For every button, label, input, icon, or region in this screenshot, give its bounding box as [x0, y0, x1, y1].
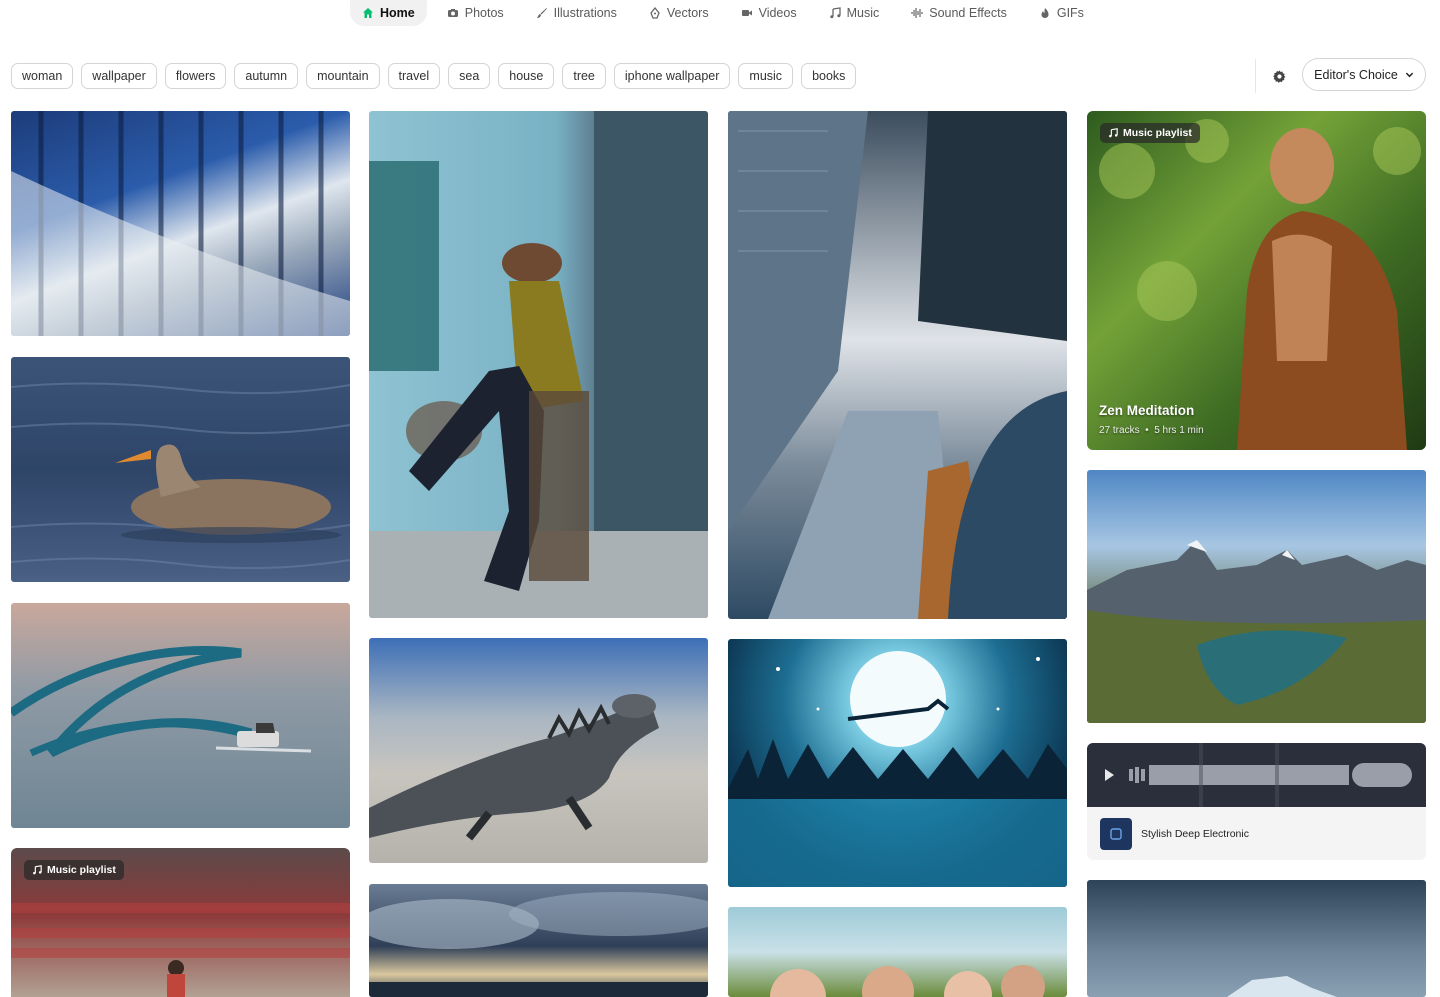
music-playlist-badge: Music playlist	[24, 860, 124, 880]
editors-choice-dropdown[interactable]: Editor's Choice	[1302, 58, 1426, 91]
nav-photos[interactable]: Photos	[435, 0, 516, 26]
music-note-icon	[829, 7, 841, 19]
video-icon	[741, 10, 752, 16]
photo-tile-santa-moon[interactable]	[728, 639, 1067, 887]
divider	[1255, 59, 1256, 93]
tag-chip[interactable]: house	[498, 63, 555, 89]
nav-photos-label: Photos	[464, 6, 504, 20]
photo-tile-building-facade[interactable]	[11, 111, 350, 336]
tag-bar: woman wallpaper flowers autumn mountain …	[11, 58, 1426, 93]
photo-tile-boat[interactable]	[11, 603, 350, 828]
santa-moon-image	[728, 651, 1067, 887]
playlist-tile-zen-meditation[interactable]: Music playlist Zen Meditation 27 tracks …	[1087, 111, 1426, 450]
photo-tile-man-sitting[interactable]	[369, 111, 708, 618]
photo-tile-ice[interactable]	[1087, 880, 1426, 997]
pen-nib-icon	[650, 7, 660, 19]
goose-image	[11, 382, 350, 570]
mountain-lake-image	[1087, 540, 1426, 723]
building-facade-image	[11, 111, 350, 336]
kids-image	[770, 965, 1045, 997]
photo-tile-kids[interactable]	[728, 907, 1067, 997]
nav-gifs-label: GIFs	[1056, 6, 1084, 20]
nav-home[interactable]: Home	[350, 0, 427, 26]
nav-vectors-label: Vectors	[666, 6, 709, 20]
nav-music[interactable]: Music	[817, 0, 892, 26]
album-art-icon	[1110, 827, 1122, 840]
tag-chip[interactable]: wallpaper	[81, 63, 157, 89]
nav-gifs[interactable]: GIFs	[1027, 0, 1096, 26]
gear-icon	[1272, 69, 1285, 83]
tag-chip[interactable]: woman	[11, 63, 74, 89]
speedboat-image	[11, 646, 312, 758]
music-playlist-badge: Music playlist	[1100, 123, 1200, 143]
album-art	[1100, 817, 1132, 850]
settings-button[interactable]	[1270, 67, 1288, 85]
photo-tile-iguana[interactable]	[369, 638, 708, 863]
home-icon	[363, 8, 373, 18]
brush-icon	[536, 8, 547, 18]
stormy-sky-image	[369, 892, 708, 997]
music-playlist-badge-label: Music playlist	[47, 864, 116, 876]
man-sitting-image	[369, 111, 708, 618]
audio-info: Stylish Deep Electronic	[1087, 807, 1426, 860]
tag-chip[interactable]: autumn	[234, 63, 299, 89]
photo-tile-goose[interactable]	[11, 357, 350, 582]
tag-chip[interactable]: travel	[387, 63, 441, 89]
gif-icon	[1041, 8, 1049, 18]
nav-illustrations-label: Illustrations	[553, 6, 617, 20]
tag-chip[interactable]: mountain	[306, 63, 380, 89]
music-note-icon	[33, 865, 42, 875]
music-note-icon	[1109, 128, 1118, 138]
media-type-nav: Home Photos Illustrations Vectors Videos…	[350, 0, 1096, 26]
audio-track-card[interactable]: Stylish Deep Electronic	[1087, 743, 1426, 860]
tag-chip[interactable]: tree	[562, 63, 606, 89]
nav-music-label: Music	[846, 6, 880, 20]
photo-tile-mountain-lake[interactable]	[1087, 470, 1426, 723]
tag-chip[interactable]: flowers	[164, 63, 227, 89]
nav-illustrations[interactable]: Illustrations	[524, 0, 629, 26]
nav-sound-effects-label: Sound Effects	[929, 6, 1007, 20]
nav-home-label: Home	[380, 6, 415, 20]
skyscrapers-image	[728, 111, 1067, 619]
nav-sound-effects[interactable]: Sound Effects	[899, 0, 1019, 26]
playlist-track-count: 27 tracks	[1099, 425, 1140, 436]
audio-title[interactable]: Stylish Deep Electronic	[1141, 828, 1249, 840]
ice-image	[1227, 976, 1337, 997]
play-icon	[1105, 769, 1114, 781]
editors-choice-label: Editor's Choice	[1314, 67, 1398, 82]
chevron-down-icon	[1405, 72, 1414, 78]
monk-meditation-image	[1099, 119, 1421, 450]
tag-chip[interactable]: music	[738, 63, 794, 89]
playlist-tile-stadium[interactable]: Music playlist	[11, 848, 350, 997]
nav-videos-label: Videos	[758, 6, 797, 20]
music-playlist-badge-label: Music playlist	[1123, 127, 1192, 139]
photo-tile-stormy-sky[interactable]	[369, 884, 708, 997]
audio-waveform[interactable]	[1087, 743, 1426, 807]
tag-chip[interactable]: sea	[448, 63, 491, 89]
tag-chip[interactable]: books	[801, 63, 857, 89]
nav-vectors[interactable]: Vectors	[637, 0, 721, 26]
tag-chip[interactable]: iphone wallpaper	[613, 63, 731, 89]
playlist-duration: 5 hrs 1 min	[1154, 425, 1204, 436]
photo-tile-skyscrapers[interactable]	[728, 111, 1067, 619]
tag-list: woman wallpaper flowers autumn mountain …	[11, 63, 857, 89]
waveform-icon	[911, 8, 923, 18]
playlist-title: Zen Meditation	[1099, 403, 1195, 418]
iguana-image	[369, 694, 659, 841]
playlist-meta: 27 tracks • 5 hrs 1 min	[1099, 425, 1204, 436]
camera-icon	[447, 9, 458, 17]
nav-videos[interactable]: Videos	[729, 0, 809, 26]
